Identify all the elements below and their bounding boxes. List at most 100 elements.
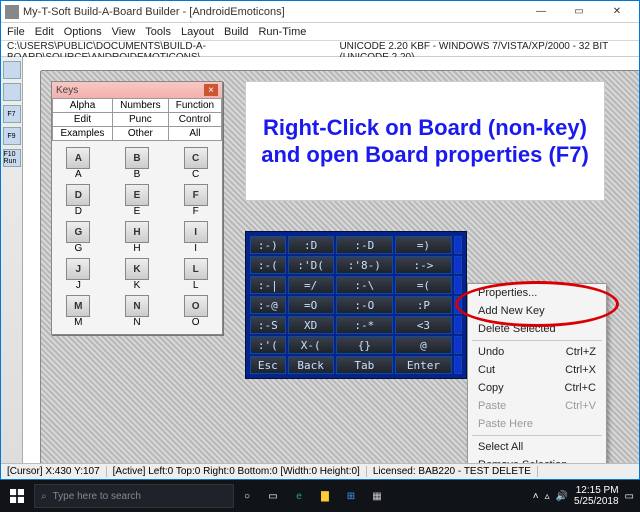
board-key[interactable]: :-* [336,316,393,334]
key-c[interactable]: CC [175,147,216,180]
key-b[interactable]: BB [117,147,158,180]
ctx-undo[interactable]: UndoCtrl+Z [468,343,606,361]
board-key[interactable]: XD [288,316,334,334]
board-key[interactable]: :-) [250,236,286,254]
key-m[interactable]: MM [58,295,99,328]
cortana-icon[interactable]: ○ [234,483,260,509]
key-a[interactable]: AA [58,147,99,180]
start-button[interactable] [0,480,34,512]
menu-tools[interactable]: Tools [145,26,171,38]
board-key[interactable]: Back [288,356,334,374]
toolbar-f10-run[interactable]: F10 Run [3,149,21,167]
keys-panel[interactable]: Keys × AlphaNumbersFunction EditPuncCont… [51,81,223,335]
board-key[interactable] [454,236,462,254]
toolbar-f7[interactable]: F7 [3,105,21,123]
menu-runtime[interactable]: Run-Time [258,26,306,38]
board-key[interactable]: :'D( [288,256,334,274]
taskbar-clock[interactable]: 12:15 PM 5/25/2018 [574,485,619,507]
board-key[interactable] [454,356,462,374]
board-key[interactable]: =O [288,296,334,314]
taskbar-app-store[interactable]: ⊞ [338,483,364,509]
emoticon-board[interactable]: :-):D:-D=):-(:'D(:'8-):->:-|=/:-\=(:-@=O… [245,231,467,379]
board-key[interactable]: :-> [395,256,452,274]
key-l[interactable]: LL [175,258,216,291]
board-key[interactable] [454,256,462,274]
key-o[interactable]: OO [175,295,216,328]
ctx-add-new-key[interactable]: Add New Key [468,302,606,320]
board-key[interactable]: =/ [288,276,334,294]
tray-up-icon[interactable]: ˄ [533,491,539,502]
board-key[interactable] [454,336,462,354]
cat-punc[interactable]: Punc [112,113,168,127]
menu-build[interactable]: Build [224,26,248,38]
cat-alpha[interactable]: Alpha [53,99,113,113]
board-key[interactable]: =( [395,276,452,294]
board-key[interactable] [454,276,462,294]
board-key[interactable]: :'( [250,336,286,354]
cat-other[interactable]: Other [112,127,168,141]
windows-taskbar[interactable]: ⌕ Type here to search ○ ▭ e ▇ ⊞ ▦ ˄ ▵ 🔊 … [0,480,640,512]
context-menu[interactable]: Properties...Add New KeyDelete Selected U… [467,283,607,463]
board-key[interactable]: :P [395,296,452,314]
ctx-select-all[interactable]: Select All [468,438,606,456]
titlebar[interactable]: My-T-Soft Build-A-Board Builder - [Andro… [1,1,639,23]
board-key[interactable]: :-@ [250,296,286,314]
board-key[interactable]: :-D [336,236,393,254]
tray-volume-icon[interactable]: 🔊 [556,491,568,502]
tray-network-icon[interactable]: ▵ [545,491,550,502]
canvas[interactable]: Keys × AlphaNumbersFunction EditPuncCont… [41,71,639,463]
board-key[interactable]: :D [288,236,334,254]
key-f[interactable]: FF [175,184,216,217]
board-key[interactable] [454,296,462,314]
menu-file[interactable]: File [7,26,25,38]
board-key[interactable]: X-( [288,336,334,354]
board-key[interactable]: {} [336,336,393,354]
menu-view[interactable]: View [112,26,136,38]
taskbar-app-builder[interactable]: ▦ [364,483,390,509]
maximize-button[interactable]: ▭ [561,3,597,21]
board-key[interactable]: @ [395,336,452,354]
ctx-copy[interactable]: CopyCtrl+C [468,379,606,397]
menu-options[interactable]: Options [64,26,102,38]
cat-control[interactable]: Control [168,113,221,127]
ctx-remove-selection[interactable]: Remove Selection [468,456,606,463]
taskbar-app-explorer[interactable]: ▇ [312,483,338,509]
taskbar-search[interactable]: ⌕ Type here to search [34,484,234,508]
cat-numbers[interactable]: Numbers [112,99,168,113]
task-view-icon[interactable]: ▭ [260,483,286,509]
board-key[interactable]: :-O [336,296,393,314]
ctx-cut[interactable]: CutCtrl+X [468,361,606,379]
toolbar-bt1[interactable] [3,61,21,79]
board-key[interactable]: <3 [395,316,452,334]
board-key[interactable]: :'8-) [336,256,393,274]
system-tray[interactable]: ˄ ▵ 🔊 12:15 PM 5/25/2018 ▭ [533,485,640,507]
notification-icon[interactable]: ▭ [625,491,634,502]
ctx-properties-[interactable]: Properties... [468,284,606,302]
board-key[interactable]: Esc [250,356,286,374]
cat-all[interactable]: All [168,127,221,141]
cat-function[interactable]: Function [168,99,221,113]
key-n[interactable]: NN [117,295,158,328]
ctx-delete-selected[interactable]: Delete Selected [468,320,606,338]
board-key[interactable]: Enter [395,356,452,374]
key-d[interactable]: DD [58,184,99,217]
close-button[interactable]: ✕ [599,3,635,21]
cat-edit[interactable]: Edit [53,113,113,127]
board-key[interactable]: :-S [250,316,286,334]
board-key[interactable]: =) [395,236,452,254]
menu-edit[interactable]: Edit [35,26,54,38]
toolbar-bt2[interactable] [3,83,21,101]
key-h[interactable]: HH [117,221,158,254]
cat-examples[interactable]: Examples [53,127,113,141]
key-k[interactable]: KK [117,258,158,291]
key-i[interactable]: II [175,221,216,254]
board-key[interactable]: :-( [250,256,286,274]
keys-panel-close-icon[interactable]: × [204,84,218,96]
key-j[interactable]: JJ [58,258,99,291]
board-key[interactable]: :-| [250,276,286,294]
key-e[interactable]: EE [117,184,158,217]
menu-layout[interactable]: Layout [181,26,214,38]
toolbar-f9[interactable]: F9 [3,127,21,145]
board-key[interactable] [454,316,462,334]
taskbar-app-edge[interactable]: e [286,483,312,509]
